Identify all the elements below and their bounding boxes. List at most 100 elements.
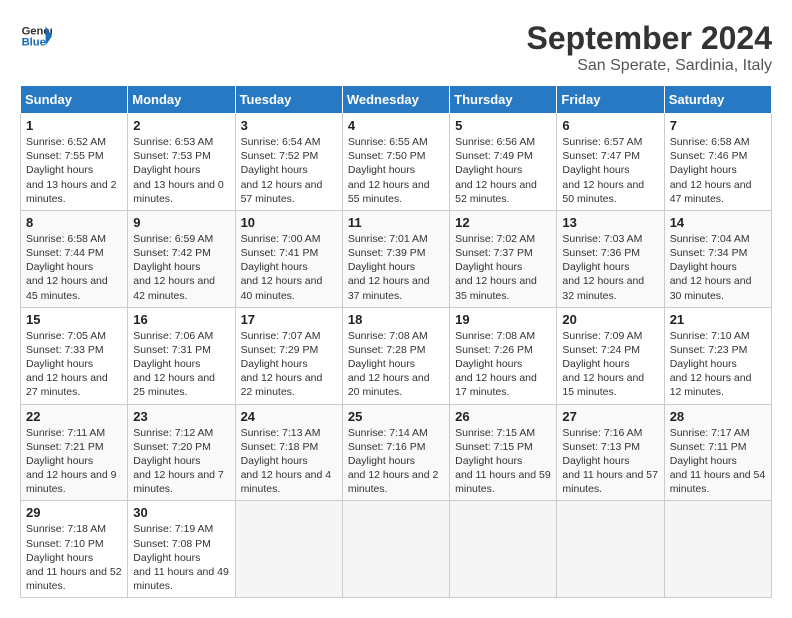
calendar-cell: 18 Sunrise: 7:08 AM Sunset: 7:28 PM Dayl… bbox=[342, 307, 449, 404]
day-number: 9 bbox=[133, 215, 229, 230]
day-number: 7 bbox=[670, 118, 766, 133]
day-number: 19 bbox=[455, 312, 551, 327]
day-number: 1 bbox=[26, 118, 122, 133]
calendar-cell: 16 Sunrise: 7:06 AM Sunset: 7:31 PM Dayl… bbox=[128, 307, 235, 404]
calendar-cell: 4 Sunrise: 6:55 AM Sunset: 7:50 PM Dayli… bbox=[342, 114, 449, 211]
month-title: September 2024 bbox=[527, 20, 772, 57]
day-number: 18 bbox=[348, 312, 444, 327]
day-number: 6 bbox=[562, 118, 658, 133]
day-number: 12 bbox=[455, 215, 551, 230]
calendar-cell: 15 Sunrise: 7:05 AM Sunset: 7:33 PM Dayl… bbox=[21, 307, 128, 404]
day-info: Sunrise: 7:16 AM Sunset: 7:13 PM Dayligh… bbox=[562, 426, 658, 497]
calendar-cell: 6 Sunrise: 6:57 AM Sunset: 7:47 PM Dayli… bbox=[557, 114, 664, 211]
week-row-1: 1 Sunrise: 6:52 AM Sunset: 7:55 PM Dayli… bbox=[21, 114, 772, 211]
day-info: Sunrise: 6:58 AM Sunset: 7:44 PM Dayligh… bbox=[26, 232, 122, 303]
location: San Sperate, Sardinia, Italy bbox=[527, 57, 772, 75]
day-number: 27 bbox=[562, 409, 658, 424]
week-row-4: 22 Sunrise: 7:11 AM Sunset: 7:21 PM Dayl… bbox=[21, 404, 772, 501]
calendar-cell: 12 Sunrise: 7:02 AM Sunset: 7:37 PM Dayl… bbox=[450, 210, 557, 307]
day-number: 5 bbox=[455, 118, 551, 133]
day-number: 30 bbox=[133, 505, 229, 520]
calendar-cell: 14 Sunrise: 7:04 AM Sunset: 7:34 PM Dayl… bbox=[664, 210, 771, 307]
column-header-saturday: Saturday bbox=[664, 86, 771, 114]
day-info: Sunrise: 6:56 AM Sunset: 7:49 PM Dayligh… bbox=[455, 135, 551, 206]
day-info: Sunrise: 6:55 AM Sunset: 7:50 PM Dayligh… bbox=[348, 135, 444, 206]
day-number: 15 bbox=[26, 312, 122, 327]
day-number: 10 bbox=[241, 215, 337, 230]
day-number: 24 bbox=[241, 409, 337, 424]
day-info: Sunrise: 7:13 AM Sunset: 7:18 PM Dayligh… bbox=[241, 426, 337, 497]
day-info: Sunrise: 7:12 AM Sunset: 7:20 PM Dayligh… bbox=[133, 426, 229, 497]
day-number: 29 bbox=[26, 505, 122, 520]
calendar-cell: 22 Sunrise: 7:11 AM Sunset: 7:21 PM Dayl… bbox=[21, 404, 128, 501]
day-info: Sunrise: 7:09 AM Sunset: 7:24 PM Dayligh… bbox=[562, 329, 658, 400]
day-info: Sunrise: 7:00 AM Sunset: 7:41 PM Dayligh… bbox=[241, 232, 337, 303]
day-info: Sunrise: 7:04 AM Sunset: 7:34 PM Dayligh… bbox=[670, 232, 766, 303]
calendar-cell bbox=[557, 501, 664, 598]
calendar-table: SundayMondayTuesdayWednesdayThursdayFrid… bbox=[20, 85, 772, 598]
column-header-friday: Friday bbox=[557, 86, 664, 114]
day-number: 20 bbox=[562, 312, 658, 327]
day-info: Sunrise: 7:08 AM Sunset: 7:28 PM Dayligh… bbox=[348, 329, 444, 400]
calendar-cell: 20 Sunrise: 7:09 AM Sunset: 7:24 PM Dayl… bbox=[557, 307, 664, 404]
day-number: 26 bbox=[455, 409, 551, 424]
day-info: Sunrise: 7:11 AM Sunset: 7:21 PM Dayligh… bbox=[26, 426, 122, 497]
calendar-cell: 8 Sunrise: 6:58 AM Sunset: 7:44 PM Dayli… bbox=[21, 210, 128, 307]
day-number: 4 bbox=[348, 118, 444, 133]
day-info: Sunrise: 7:06 AM Sunset: 7:31 PM Dayligh… bbox=[133, 329, 229, 400]
day-info: Sunrise: 7:03 AM Sunset: 7:36 PM Dayligh… bbox=[562, 232, 658, 303]
calendar-cell: 17 Sunrise: 7:07 AM Sunset: 7:29 PM Dayl… bbox=[235, 307, 342, 404]
day-number: 17 bbox=[241, 312, 337, 327]
header: General Blue September 2024 San Sperate,… bbox=[20, 20, 772, 75]
day-number: 13 bbox=[562, 215, 658, 230]
day-info: Sunrise: 7:19 AM Sunset: 7:08 PM Dayligh… bbox=[133, 522, 229, 593]
calendar-cell: 1 Sunrise: 6:52 AM Sunset: 7:55 PM Dayli… bbox=[21, 114, 128, 211]
calendar-cell: 27 Sunrise: 7:16 AM Sunset: 7:13 PM Dayl… bbox=[557, 404, 664, 501]
day-number: 25 bbox=[348, 409, 444, 424]
calendar-cell: 30 Sunrise: 7:19 AM Sunset: 7:08 PM Dayl… bbox=[128, 501, 235, 598]
week-row-2: 8 Sunrise: 6:58 AM Sunset: 7:44 PM Dayli… bbox=[21, 210, 772, 307]
day-number: 28 bbox=[670, 409, 766, 424]
day-number: 22 bbox=[26, 409, 122, 424]
day-info: Sunrise: 7:01 AM Sunset: 7:39 PM Dayligh… bbox=[348, 232, 444, 303]
day-info: Sunrise: 7:05 AM Sunset: 7:33 PM Dayligh… bbox=[26, 329, 122, 400]
calendar-cell: 10 Sunrise: 7:00 AM Sunset: 7:41 PM Dayl… bbox=[235, 210, 342, 307]
calendar-cell: 29 Sunrise: 7:18 AM Sunset: 7:10 PM Dayl… bbox=[21, 501, 128, 598]
day-info: Sunrise: 6:54 AM Sunset: 7:52 PM Dayligh… bbox=[241, 135, 337, 206]
calendar-cell: 23 Sunrise: 7:12 AM Sunset: 7:20 PM Dayl… bbox=[128, 404, 235, 501]
column-header-thursday: Thursday bbox=[450, 86, 557, 114]
day-number: 23 bbox=[133, 409, 229, 424]
day-info: Sunrise: 7:15 AM Sunset: 7:15 PM Dayligh… bbox=[455, 426, 551, 497]
column-header-sunday: Sunday bbox=[21, 86, 128, 114]
calendar-cell: 19 Sunrise: 7:08 AM Sunset: 7:26 PM Dayl… bbox=[450, 307, 557, 404]
day-info: Sunrise: 7:17 AM Sunset: 7:11 PM Dayligh… bbox=[670, 426, 766, 497]
day-info: Sunrise: 6:52 AM Sunset: 7:55 PM Dayligh… bbox=[26, 135, 122, 206]
title-area: September 2024 San Sperate, Sardinia, It… bbox=[527, 20, 772, 75]
svg-text:Blue: Blue bbox=[22, 37, 46, 49]
day-number: 11 bbox=[348, 215, 444, 230]
day-number: 3 bbox=[241, 118, 337, 133]
calendar-cell: 9 Sunrise: 6:59 AM Sunset: 7:42 PM Dayli… bbox=[128, 210, 235, 307]
calendar-cell bbox=[235, 501, 342, 598]
calendar-cell: 21 Sunrise: 7:10 AM Sunset: 7:23 PM Dayl… bbox=[664, 307, 771, 404]
calendar-cell: 5 Sunrise: 6:56 AM Sunset: 7:49 PM Dayli… bbox=[450, 114, 557, 211]
day-number: 14 bbox=[670, 215, 766, 230]
day-info: Sunrise: 7:07 AM Sunset: 7:29 PM Dayligh… bbox=[241, 329, 337, 400]
calendar-cell: 11 Sunrise: 7:01 AM Sunset: 7:39 PM Dayl… bbox=[342, 210, 449, 307]
day-number: 2 bbox=[133, 118, 229, 133]
week-row-5: 29 Sunrise: 7:18 AM Sunset: 7:10 PM Dayl… bbox=[21, 501, 772, 598]
calendar-cell: 24 Sunrise: 7:13 AM Sunset: 7:18 PM Dayl… bbox=[235, 404, 342, 501]
day-number: 8 bbox=[26, 215, 122, 230]
day-info: Sunrise: 7:02 AM Sunset: 7:37 PM Dayligh… bbox=[455, 232, 551, 303]
calendar-header-row: SundayMondayTuesdayWednesdayThursdayFrid… bbox=[21, 86, 772, 114]
calendar-cell: 2 Sunrise: 6:53 AM Sunset: 7:53 PM Dayli… bbox=[128, 114, 235, 211]
calendar-cell: 13 Sunrise: 7:03 AM Sunset: 7:36 PM Dayl… bbox=[557, 210, 664, 307]
calendar-cell: 25 Sunrise: 7:14 AM Sunset: 7:16 PM Dayl… bbox=[342, 404, 449, 501]
calendar-cell: 28 Sunrise: 7:17 AM Sunset: 7:11 PM Dayl… bbox=[664, 404, 771, 501]
day-info: Sunrise: 7:10 AM Sunset: 7:23 PM Dayligh… bbox=[670, 329, 766, 400]
logo-icon: General Blue bbox=[20, 20, 52, 52]
day-number: 21 bbox=[670, 312, 766, 327]
day-info: Sunrise: 6:57 AM Sunset: 7:47 PM Dayligh… bbox=[562, 135, 658, 206]
calendar-cell bbox=[450, 501, 557, 598]
day-info: Sunrise: 6:53 AM Sunset: 7:53 PM Dayligh… bbox=[133, 135, 229, 206]
